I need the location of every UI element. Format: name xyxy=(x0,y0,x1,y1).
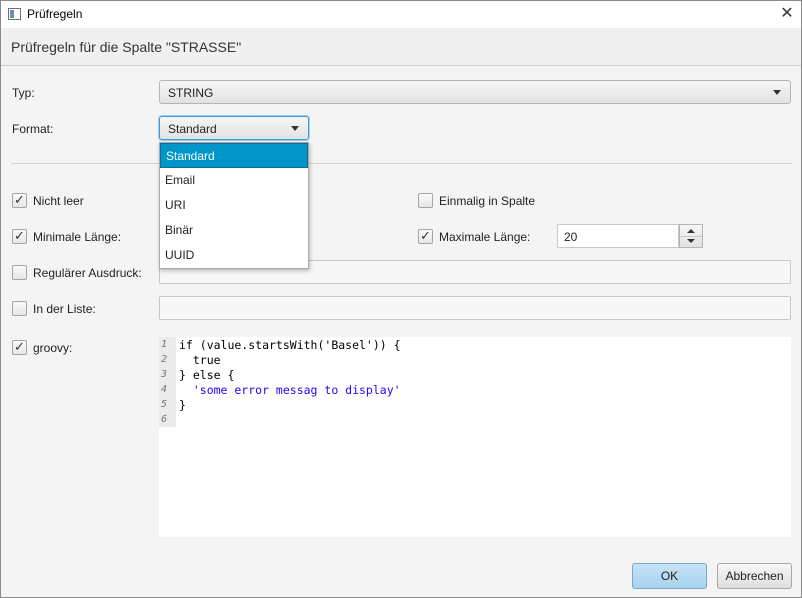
code-line: true xyxy=(179,353,221,367)
nicht-leer-label: Nicht leer xyxy=(33,194,84,208)
typ-combobox[interactable]: STRING xyxy=(159,80,791,104)
format-option-email[interactable]: Email xyxy=(160,168,308,193)
cancel-button[interactable]: Abbrechen xyxy=(717,563,792,589)
minimale-laenge-checkbox[interactable]: ✓ xyxy=(12,228,27,244)
maximale-laenge-checkbox[interactable]: ✓ xyxy=(418,228,433,244)
maximale-laenge-label: Maximale Länge: xyxy=(439,230,531,244)
spinner-divider xyxy=(680,236,702,237)
format-combobox[interactable]: Standard xyxy=(159,116,309,140)
format-option-standard[interactable]: Standard xyxy=(160,143,308,168)
dialog-window: Prüfregeln ✕ Prüfregeln für die Spalte "… xyxy=(0,0,802,598)
einmalig-label: Einmalig in Spalte xyxy=(439,194,536,208)
line-number: 3 xyxy=(161,369,168,380)
format-option-uuid[interactable]: UUID xyxy=(160,243,308,268)
separator xyxy=(11,163,792,164)
check-icon: ✓ xyxy=(14,228,25,243)
title-bar: Prüfregeln ✕ xyxy=(1,1,801,28)
chevron-down-icon[interactable] xyxy=(687,239,695,243)
header-text: Prüfregeln für die Spalte "STRASSE" xyxy=(11,39,242,55)
groovy-label: groovy: xyxy=(33,341,73,355)
code-line: } else { xyxy=(179,368,235,382)
maximale-laenge-input[interactable]: 20 xyxy=(557,224,679,248)
format-label: Format: xyxy=(12,122,54,136)
regex-checkbox[interactable] xyxy=(12,265,27,280)
format-option-uri[interactable]: URI xyxy=(160,193,308,218)
einmalig-checkbox[interactable] xyxy=(418,193,433,208)
groovy-code-editor[interactable]: 1 2 3 4 5 6 if (value.startsWith('Basel'… xyxy=(159,337,791,537)
format-dropdown-list: Standard Email URI Binär UUID xyxy=(159,142,309,269)
minimale-laenge-label: Minimale Länge: xyxy=(33,230,122,244)
typ-label: Typ: xyxy=(12,86,35,100)
window-title: Prüfregeln xyxy=(27,7,83,21)
line-number: 5 xyxy=(161,399,168,410)
line-number: 2 xyxy=(161,354,168,365)
groovy-checkbox[interactable]: ✓ xyxy=(12,339,27,355)
chevron-down-icon xyxy=(773,90,781,95)
line-number: 4 xyxy=(161,384,168,395)
format-option-binaer[interactable]: Binär xyxy=(160,218,308,243)
check-icon: ✓ xyxy=(14,339,25,354)
code-line: } xyxy=(179,398,186,412)
format-value: Standard xyxy=(168,122,217,136)
line-number: 6 xyxy=(161,414,168,425)
maximale-laenge-spinner[interactable] xyxy=(679,224,703,248)
window-icon xyxy=(8,8,21,20)
close-icon[interactable]: ✕ xyxy=(777,4,797,24)
dialog-header: Prüfregeln für die Spalte "STRASSE" xyxy=(1,28,801,66)
typ-value: STRING xyxy=(168,86,214,100)
check-icon: ✓ xyxy=(420,228,431,243)
liste-checkbox[interactable] xyxy=(12,301,27,316)
liste-label: In der Liste: xyxy=(33,302,96,316)
code-line: if (value.startsWith('Basel')) { xyxy=(179,338,401,352)
nicht-leer-checkbox[interactable]: ✓ xyxy=(12,192,27,208)
liste-input[interactable] xyxy=(159,296,791,320)
line-number: 1 xyxy=(161,339,168,350)
chevron-down-icon xyxy=(291,126,299,131)
code-line: 'some error messag to display' xyxy=(179,383,401,397)
maximale-laenge-value: 20 xyxy=(564,230,578,244)
check-icon: ✓ xyxy=(14,192,25,207)
regex-label: Regulärer Ausdruck: xyxy=(33,266,142,280)
chevron-up-icon[interactable] xyxy=(687,229,695,233)
ok-button[interactable]: OK xyxy=(632,563,707,589)
